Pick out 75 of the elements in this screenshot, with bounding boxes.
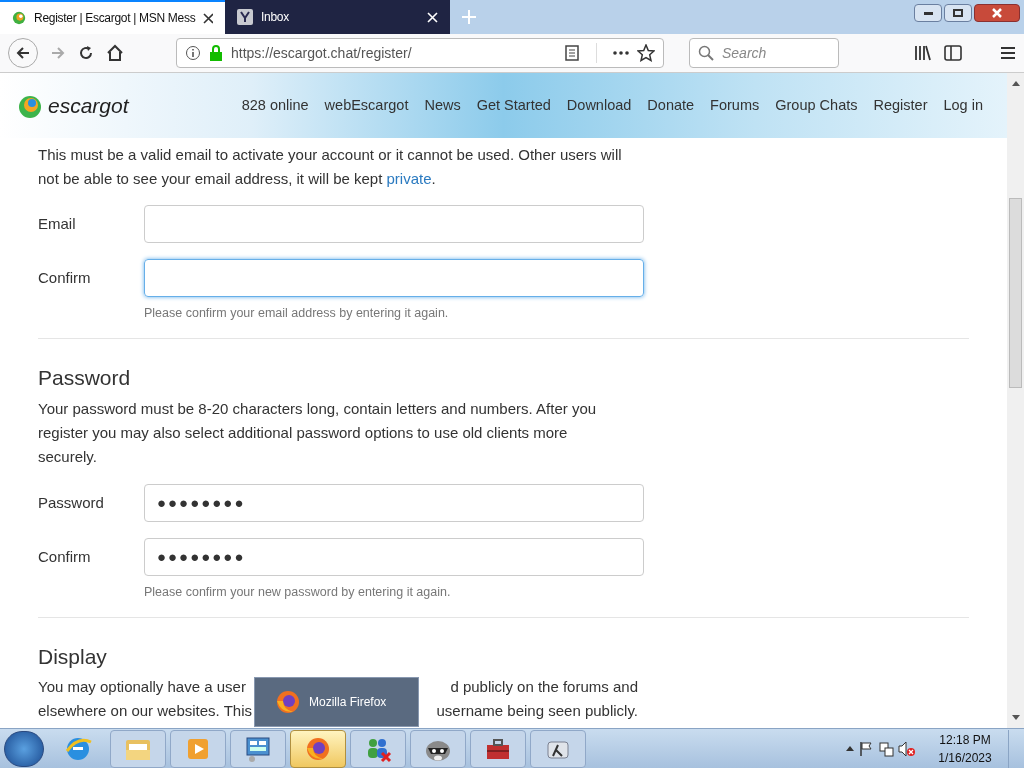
nav-link[interactable]: News (424, 94, 461, 117)
clock-date[interactable]: 1/16/2023 (938, 748, 992, 767)
minimize-button[interactable] (914, 4, 942, 22)
taskbar-button[interactable] (230, 729, 286, 768)
nav-link[interactable]: Forums (710, 94, 760, 117)
input-field[interactable] (144, 259, 644, 297)
lock-icon (209, 45, 223, 61)
address-bar[interactable]: https://escargot.chat/register/ (176, 38, 664, 68)
display-text: d publicly on the forums and (450, 676, 638, 697)
section-heading: Display (38, 643, 108, 670)
close-button[interactable] (974, 4, 1020, 22)
scrollbar[interactable] (1007, 73, 1024, 728)
star-icon[interactable] (637, 44, 655, 62)
sidebar-icon[interactable] (944, 45, 962, 61)
password-hint: Please confirm your new password by entering it again. (144, 583, 452, 601)
email-hint: Please confirm your email address by entering it again. (144, 305, 450, 322)
nav-link[interactable]: Log in (943, 94, 983, 117)
close-icon[interactable] (203, 12, 213, 24)
tab-title: Register | Escargot | MSN Mess (34, 10, 196, 27)
input-field[interactable]: ●●●●●●●● (144, 483, 644, 522)
library-icon[interactable] (914, 45, 932, 61)
flag-icon[interactable] (858, 740, 874, 757)
display-text: username being seen publicly. (436, 700, 638, 721)
restore-icon (953, 9, 963, 17)
minimize-icon (923, 11, 933, 15)
url-text: https://escargot.chat/register/ (231, 43, 413, 63)
section-heading: Password (38, 364, 132, 391)
nav-link[interactable]: Download (566, 94, 632, 117)
close-icon (992, 8, 1002, 18)
scroll-down-icon[interactable] (1011, 715, 1020, 720)
muted-speaker-icon[interactable] (898, 740, 916, 757)
browser-tab[interactable]: Inbox (225, 0, 450, 34)
display-text: You may optionally have a user (38, 676, 246, 697)
nav-link[interactable]: Group Chats (775, 94, 858, 117)
nav-link[interactable]: Get Started (476, 94, 551, 117)
clock-time[interactable]: 12:18 PM (939, 730, 991, 749)
nav-link[interactable]: webEscargot (324, 94, 409, 117)
nav-link[interactable]: Donate (647, 94, 695, 117)
menu-icon[interactable] (1000, 46, 1016, 60)
info-icon[interactable] (185, 45, 201, 61)
privacy-link[interactable]: private (386, 170, 432, 187)
password-description: Your password must be 8-20 characters long, contain letters and numbers. After you register you may also select additional password options to use old clients more securely. (38, 398, 598, 467)
reload-icon[interactable] (78, 45, 94, 61)
input-field[interactable]: ●●●●●●●● (144, 537, 644, 576)
browser-tab[interactable]: Register | Escargot | MSN Mess (0, 0, 225, 34)
back-arrow-icon (15, 45, 31, 61)
tooltip-text: Mozilla Firefox (309, 694, 387, 711)
network-icon[interactable] (878, 740, 894, 757)
search-placeholder: Search (722, 43, 767, 63)
taskbar-button[interactable] (410, 729, 466, 768)
nav-link[interactable]: Register (873, 94, 928, 117)
start-button[interactable] (4, 730, 44, 767)
taskbar-button[interactable] (290, 729, 346, 768)
display-text: elsewhere on our websites. This (38, 700, 252, 721)
field-label: Confirm (38, 267, 92, 288)
logo-text[interactable]: escargot (48, 89, 129, 122)
search-field[interactable]: Search (689, 38, 839, 68)
field-label: Email (38, 213, 77, 234)
reader-icon[interactable] (564, 45, 580, 61)
tab-title: Inbox (261, 9, 290, 26)
field-label: Password (38, 492, 105, 513)
tray-arrow-icon[interactable] (846, 746, 854, 751)
logo-icon (12, 10, 27, 26)
email-description: This must be a valid email to activate your account or it cannot be used. Other users will not be able to see your email address, it will be kept private. (38, 145, 623, 189)
field-label: Confirm (38, 546, 92, 567)
more-icon[interactable] (613, 51, 629, 55)
input-field[interactable] (144, 205, 644, 243)
restore-button[interactable] (944, 4, 972, 22)
search-icon (698, 45, 714, 61)
y-icon (237, 9, 253, 25)
home-icon[interactable] (106, 44, 124, 62)
scroll-thumb[interactable] (1009, 198, 1022, 388)
taskbar-button[interactable] (470, 729, 526, 768)
nav-link[interactable]: 828 online (241, 94, 309, 117)
scroll-up-icon[interactable] (1011, 81, 1020, 86)
